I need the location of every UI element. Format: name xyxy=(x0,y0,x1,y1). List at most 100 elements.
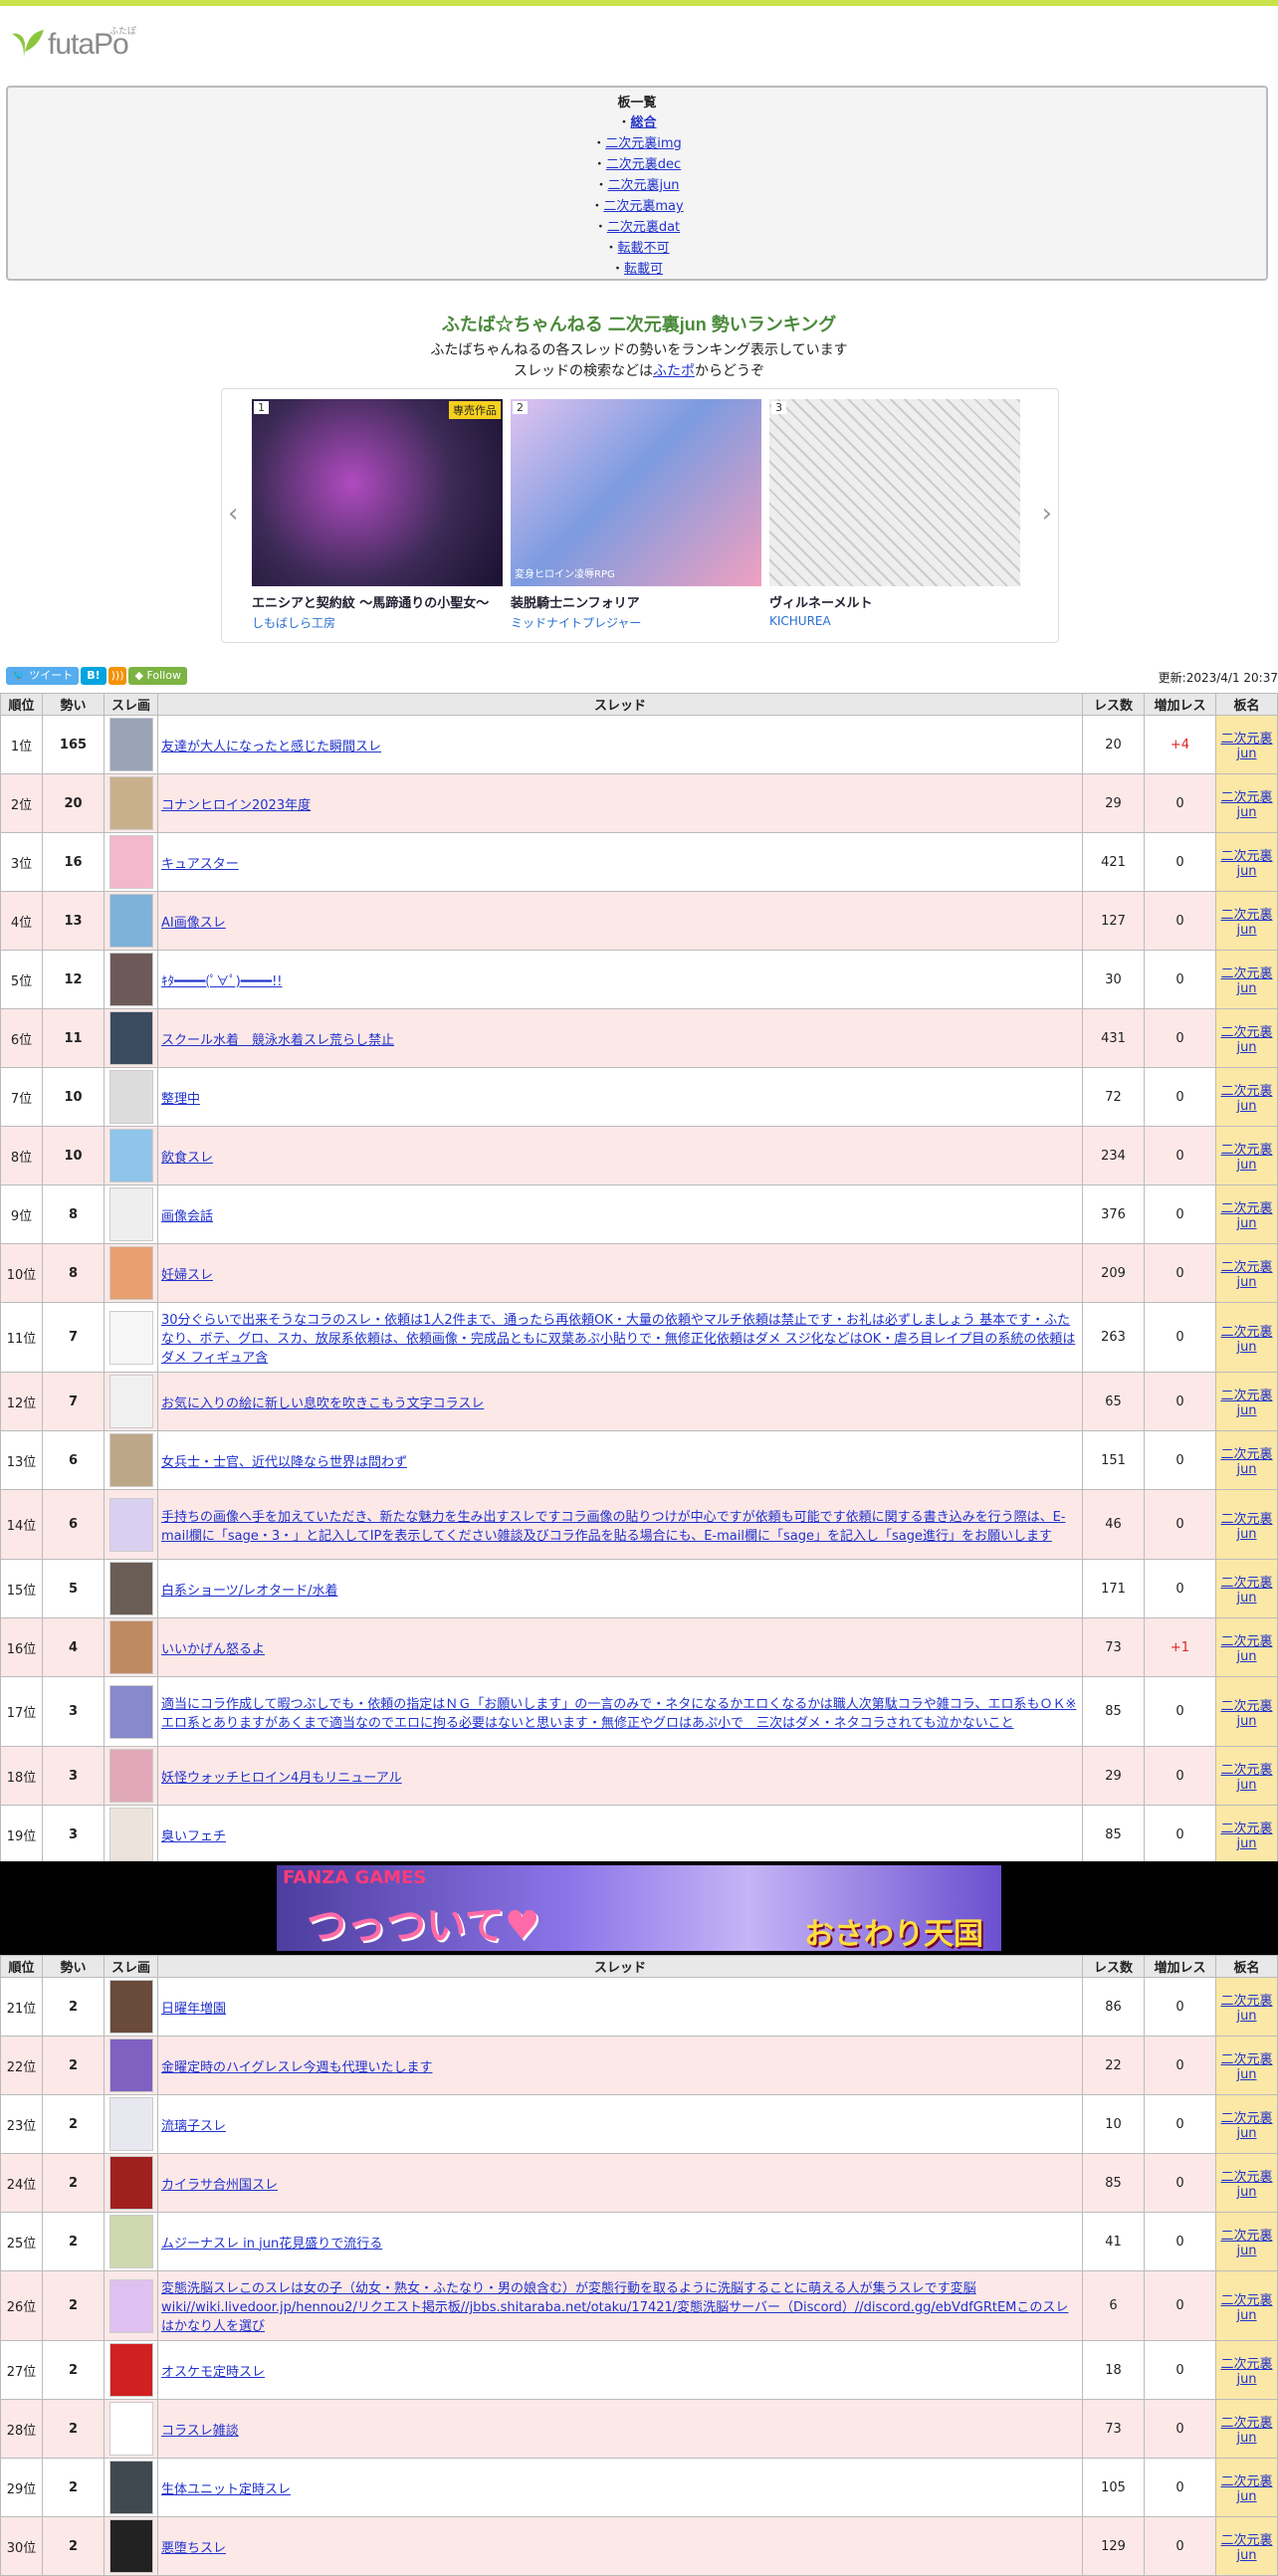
thread-link[interactable]: コラスレ雑談 xyxy=(161,2424,239,2439)
board-link[interactable]: 二次元裏jun xyxy=(1220,1634,1272,1664)
thumbnail-cell[interactable] xyxy=(104,1746,158,1806)
thumbnail-cell[interactable] xyxy=(104,1676,158,1747)
thread-link[interactable]: 手持ちの画像へ手を加えていただき、新たな魅力を生み出すスレですコラ画像の貼りつけ… xyxy=(161,1510,1065,1544)
thumbnail-cell[interactable] xyxy=(104,2036,158,2095)
thread-link[interactable]: 整理中 xyxy=(161,1092,200,1107)
thread-thumbnail[interactable] xyxy=(108,718,153,771)
tweet-button[interactable]: 🐦 ツイート xyxy=(6,667,80,685)
thread-thumbnail[interactable] xyxy=(108,1129,153,1182)
thread-link[interactable]: 臭いフェチ xyxy=(161,1829,226,1844)
thread-thumbnail[interactable] xyxy=(108,1980,153,2034)
board-link[interactable]: 二次元裏jun xyxy=(1220,1512,1272,1542)
board-link[interactable]: 二次元裏jun xyxy=(1220,1699,1272,1729)
thread-thumbnail[interactable] xyxy=(108,2343,153,2397)
thread-thumbnail[interactable] xyxy=(108,1749,153,1803)
thread-link[interactable]: 流璃子スレ xyxy=(161,2119,226,2134)
thumbnail-cell[interactable] xyxy=(104,2516,158,2576)
board-link[interactable]: 二次元裏jun xyxy=(1220,1325,1272,1355)
thread-thumbnail[interactable] xyxy=(108,2278,153,2333)
thumbnail-cell[interactable] xyxy=(104,773,158,833)
thumbnail-cell[interactable] xyxy=(104,2270,158,2341)
rss-icon[interactable]: ))) xyxy=(107,667,127,685)
thread-thumbnail[interactable] xyxy=(108,1246,153,1300)
carousel-next-button[interactable]: › xyxy=(1042,499,1052,529)
board-link[interactable]: 二次元裏dat xyxy=(607,220,680,235)
thread-link[interactable]: ムジーナスレ in jun花見盛りで流行る xyxy=(161,2237,382,2252)
thumbnail-cell[interactable] xyxy=(104,2399,158,2459)
thread-link[interactable]: 悪堕ちスレ xyxy=(161,2541,226,2556)
thread-thumbnail[interactable] xyxy=(108,2461,153,2514)
thumbnail-cell[interactable] xyxy=(104,1067,158,1127)
thumbnail-cell[interactable] xyxy=(104,1243,158,1303)
board-link[interactable]: 二次元裏jun xyxy=(1220,966,1272,996)
thumbnail-cell[interactable] xyxy=(104,2340,158,2400)
board-link[interactable]: 二次元裏jun xyxy=(1220,1143,1272,1173)
thumbnail-cell[interactable] xyxy=(104,950,158,1009)
board-link[interactable]: 二次元裏jun xyxy=(1220,790,1272,820)
product-image[interactable]: 3 xyxy=(769,399,1020,586)
thread-thumbnail[interactable] xyxy=(108,1187,153,1241)
thread-link[interactable]: 生体ユニット定時スレ xyxy=(161,2482,291,2497)
thread-link[interactable]: いいかげん怒るよ xyxy=(161,1642,265,1657)
board-link[interactable]: 二次元裏jun xyxy=(1220,1084,1272,1114)
thread-link[interactable]: 白系ショーツ/レオタード/水着 xyxy=(161,1584,338,1599)
thread-link[interactable]: 友達が大人になったと感じた瞬間スレ xyxy=(161,740,381,754)
board-link[interactable]: 二次元裏jun xyxy=(1220,2533,1272,2563)
board-link[interactable]: 二次元裏jun xyxy=(1220,2293,1272,2323)
product-maker[interactable]: KICHUREA xyxy=(769,614,1020,628)
carousel-card-2[interactable]: 2 変身ヒロイン凌辱RPG 装脱騎士ニンフォリア ミッドナイトプレジャー xyxy=(511,399,761,631)
thumbnail-cell[interactable] xyxy=(104,2212,158,2271)
thread-link[interactable]: 金曜定時のハイグレスレ今週も代理いたします xyxy=(161,2060,432,2075)
thumbnail-cell[interactable] xyxy=(104,2458,158,2517)
thread-thumbnail[interactable] xyxy=(108,894,153,948)
carousel-card-3[interactable]: 3 ヴィルネーメルト KICHUREA xyxy=(769,399,1020,628)
board-link[interactable]: 二次元裏jun xyxy=(1220,908,1272,938)
thread-link[interactable]: 適当にコラ作成して暇つぶしでも・依頼の指定はＮＧ「お願いします」の一言のみで・ネ… xyxy=(161,1697,1076,1731)
thread-thumbnail[interactable] xyxy=(108,1562,153,1615)
board-link[interactable]: 転載不可 xyxy=(618,241,670,256)
thread-link[interactable]: キュアスター xyxy=(161,857,239,872)
thumbnail-cell[interactable] xyxy=(104,1805,158,1864)
thread-thumbnail[interactable] xyxy=(108,835,153,889)
carousel-prev-button[interactable]: ‹ xyxy=(228,499,238,529)
board-link[interactable]: 二次元裏jun xyxy=(1220,1576,1272,1606)
thread-thumbnail[interactable] xyxy=(108,1433,153,1487)
thread-thumbnail[interactable] xyxy=(108,2156,153,2210)
thread-link[interactable]: 飲食スレ xyxy=(161,1151,213,1166)
thread-link[interactable]: 女兵士・士官、近代以降なら世界は問わず xyxy=(161,1455,407,1470)
product-image[interactable]: 2 変身ヒロイン凌辱RPG xyxy=(511,399,761,586)
board-link[interactable]: 二次元裏jun xyxy=(1220,2111,1272,2141)
board-link[interactable]: 二次元裏jun xyxy=(1220,2416,1272,2446)
thread-thumbnail[interactable] xyxy=(108,2097,153,2151)
thread-link[interactable]: 変態洗脳スレこのスレは女の子（幼女・熟女・ふたなり・男の娘含む）が変態行動を取る… xyxy=(161,2281,1068,2334)
thumbnail-cell[interactable] xyxy=(104,715,158,774)
thumbnail-cell[interactable] xyxy=(104,1008,158,1068)
thread-link[interactable]: 妊婦スレ xyxy=(161,1268,213,1283)
futapo-link[interactable]: ふたポ xyxy=(653,363,695,379)
board-link[interactable]: 二次元裏may xyxy=(603,199,683,214)
board-link[interactable]: 二次元裏jun xyxy=(1220,849,1272,879)
thread-link[interactable]: 日曜年増園 xyxy=(161,2002,226,2017)
board-link[interactable]: 二次元裏jun xyxy=(1220,1389,1272,1418)
thumbnail-cell[interactable] xyxy=(104,2153,158,2213)
thumbnail-cell[interactable] xyxy=(104,1489,158,1560)
thread-thumbnail[interactable] xyxy=(108,2215,153,2268)
board-link[interactable]: 二次元裏jun xyxy=(1220,2170,1272,2200)
thread-thumbnail[interactable] xyxy=(108,2402,153,2456)
thread-thumbnail[interactable] xyxy=(108,1620,153,1674)
board-link[interactable]: 転載可 xyxy=(624,262,663,277)
thread-thumbnail[interactable] xyxy=(108,1808,153,1861)
product-name[interactable]: ヴィルネーメルト xyxy=(769,592,1020,611)
board-link[interactable]: 二次元裏jun xyxy=(607,178,679,193)
board-link[interactable]: 二次元裏jun xyxy=(1220,1763,1272,1793)
thread-link[interactable]: コナンヒロイン2023年度 xyxy=(161,798,311,813)
board-link[interactable]: 二次元裏dec xyxy=(606,157,681,172)
thumbnail-cell[interactable] xyxy=(104,1126,158,1185)
thread-link[interactable]: スクール水着 競泳水着スレ荒らし禁止 xyxy=(161,1033,394,1048)
thumbnail-cell[interactable] xyxy=(104,1302,158,1373)
thumbnail-cell[interactable] xyxy=(104,832,158,892)
thread-link[interactable]: 30分ぐらいで出来そうなコラのスレ・依頼は1人2件まで、通ったら再依頼OK・大量… xyxy=(161,1313,1075,1366)
board-link[interactable]: 二次元裏jun xyxy=(1220,732,1272,761)
follow-button[interactable]: ◆ Follow xyxy=(128,667,187,685)
thumbnail-cell[interactable] xyxy=(104,1184,158,1244)
